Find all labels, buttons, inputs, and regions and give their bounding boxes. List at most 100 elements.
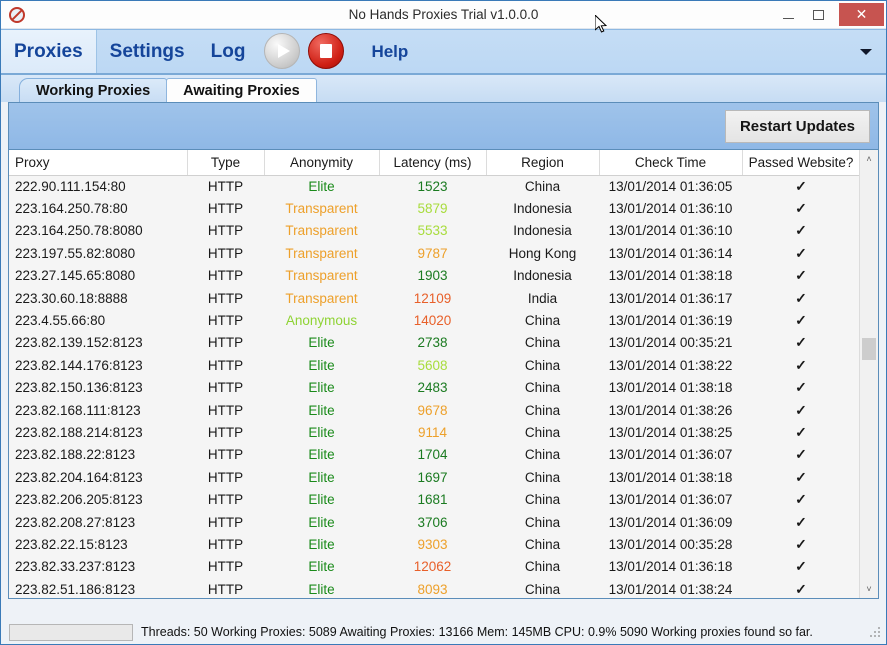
tab-awaiting-proxies[interactable]: Awaiting Proxies [166,78,317,102]
restart-updates-button[interactable]: Restart Updates [724,109,870,143]
cell-proxy: 223.30.60.18:8888 [9,286,187,310]
cell-proxy: 223.82.33.237:8123 [9,555,187,579]
table-row[interactable]: 223.4.55.66:80 HTTP Anonymous 14020 China 13/… [9,309,859,332]
application-window: No Hands Proxies Trial v1.0.0.0 ✕ Proxie… [0,0,887,645]
cell-passed-website: ✓ [742,175,859,198]
window-controls: ✕ [773,3,884,26]
tab-strip: Working Proxies Awaiting Proxies [1,75,886,102]
column-header-type[interactable]: Type [187,150,265,176]
cell-region: India [486,286,599,310]
cell-check-time: 13/01/2014 01:36:14 [599,242,742,265]
scroll-down-icon[interactable]: ˅ [860,580,878,598]
cell-region: China [486,578,599,598]
table-row[interactable]: 223.82.51.186:8123 HTTP Elite 8093 China 13/0… [9,578,859,598]
cell-type: HTTP [187,354,264,377]
column-header-latency[interactable]: Latency (ms) [379,150,487,176]
maximize-button[interactable] [803,4,833,26]
table-row[interactable]: 223.82.139.152:8123 HTTP Elite 2738 China 13/… [9,331,859,355]
cell-check-time: 13/01/2014 00:35:21 [599,331,742,355]
chevron-down-icon[interactable] [860,48,872,55]
cell-check-time: 13/01/2014 01:38:18 [599,466,742,489]
cell-check-time: 13/01/2014 01:36:07 [599,488,742,511]
table-row[interactable]: 223.82.150.136:8123 HTTP Elite 2483 China 13/… [9,376,859,399]
table-row[interactable]: 223.164.250.78:8080 HTTP Transparent 5533 In… [9,219,859,243]
resize-grip-icon[interactable] [868,625,882,639]
cell-check-time: 13/01/2014 01:38:25 [599,421,742,444]
menu-item-settings[interactable]: Settings [97,30,198,73]
cell-type: HTTP [187,533,264,556]
window-title: No Hands Proxies Trial v1.0.0.0 [348,7,539,22]
cell-check-time: 13/01/2014 01:36:17 [599,286,742,310]
column-header-region[interactable]: Region [486,150,600,176]
cell-anonymity: Elite [264,533,379,556]
cell-anonymity: Elite [264,510,379,534]
table-row[interactable]: 223.82.206.205:8123 HTTP Elite 1681 China 13/… [9,488,859,511]
cell-anonymity: Elite [264,488,379,511]
panel-toolbar: Restart Updates [9,103,878,150]
cell-region: China [486,376,599,399]
column-header-proxy[interactable]: Proxy [9,150,188,176]
table-row[interactable]: 223.82.188.22:8123 HTTP Elite 1704 China 13/0… [9,443,859,467]
menu-item-help[interactable]: Help [358,30,421,73]
cell-anonymity: Elite [264,443,379,467]
cell-anonymity: Transparent [264,264,379,287]
cell-check-time: 13/01/2014 01:36:18 [599,555,742,579]
table-row[interactable]: 223.82.22.15:8123 HTTP Elite 9303 China 13/01… [9,533,859,556]
cell-region: Indonesia [486,219,599,243]
table-row[interactable]: 223.82.168.111:8123 HTTP Elite 9678 China 13/… [9,398,859,422]
cell-check-time: 13/01/2014 01:38:18 [599,264,742,287]
cell-region: China [486,421,599,444]
cell-latency: 2738 [379,331,486,355]
table-row[interactable]: 223.164.250.78:80 HTTP Transparent 5879 Indo… [9,197,859,220]
cell-latency: 14020 [379,309,486,332]
cell-check-time: 13/01/2014 01:36:10 [599,219,742,243]
minimize-button[interactable] [773,4,803,26]
table-row[interactable]: 223.82.208.27:8123 HTTP Elite 3706 China 13/0… [9,510,859,534]
grid-body: 222.90.111.154:80 HTTP Elite 1523 China 13/01… [9,175,859,598]
table-row[interactable]: 223.197.55.82:8080 HTTP Transparent 9787 Hon… [9,242,859,265]
cell-latency: 8093 [379,578,486,598]
cell-anonymity: Elite [264,578,379,598]
cell-latency: 1903 [379,264,486,287]
table-row[interactable]: 223.30.60.18:8888 HTTP Transparent 12109 Ind… [9,286,859,310]
table-row[interactable]: 223.27.145.65:8080 HTTP Transparent 1903 Ind… [9,264,859,287]
cell-latency: 5608 [379,354,486,377]
cell-type: HTTP [187,443,264,467]
cell-latency: 5533 [379,219,486,243]
status-text: Threads: 50 Working Proxies: 5089 Awaiti… [141,625,813,639]
menu-item-log[interactable]: Log [198,30,259,73]
cell-passed-website: ✓ [742,354,859,377]
cell-passed-website: ✓ [742,510,859,534]
cell-passed-website: ✓ [742,421,859,444]
cell-passed-website: ✓ [742,242,859,265]
cell-region: China [486,354,599,377]
table-row[interactable]: 222.90.111.154:80 HTTP Elite 1523 China 13/01… [9,175,859,198]
grid-vertical-scrollbar[interactable]: ˄ ˅ [859,150,878,598]
cell-type: HTTP [187,309,264,332]
cell-passed-website: ✓ [742,197,859,220]
cell-passed-website: ✓ [742,309,859,332]
table-row[interactable]: 223.82.204.164:8123 HTTP Elite 1697 China 13/… [9,466,859,489]
scrollbar-thumb[interactable] [862,338,876,360]
tab-working-proxies[interactable]: Working Proxies [19,78,168,102]
cell-region: China [486,555,599,579]
cell-proxy: 223.164.250.78:8080 [9,219,187,243]
table-row[interactable]: 223.82.144.176:8123 HTTP Elite 5608 China 13/… [9,354,859,377]
column-header-passed-website[interactable]: Passed Website? [742,150,859,176]
cell-proxy: 223.82.22.15:8123 [9,533,187,556]
cell-type: HTTP [187,264,264,287]
cell-region: China [486,175,599,198]
scroll-up-icon[interactable]: ˄ [860,150,878,168]
grid-header-row: Proxy Type Anonymity Latency (ms) Region… [9,150,859,176]
column-header-check-time[interactable]: Check Time [599,150,743,176]
cell-anonymity: Elite [264,331,379,355]
close-button[interactable]: ✕ [839,3,884,26]
cell-anonymity: Transparent [264,286,379,310]
column-header-anonymity[interactable]: Anonymity [264,150,380,176]
cell-passed-website: ✓ [742,488,859,511]
menu-item-proxies[interactable]: Proxies [1,30,97,73]
table-row[interactable]: 223.82.188.214:8123 HTTP Elite 9114 China 13/… [9,421,859,444]
stop-icon[interactable] [308,33,345,69]
play-icon[interactable] [264,33,301,69]
table-row[interactable]: 223.82.33.237:8123 HTTP Elite 12062 China 13/… [9,555,859,579]
